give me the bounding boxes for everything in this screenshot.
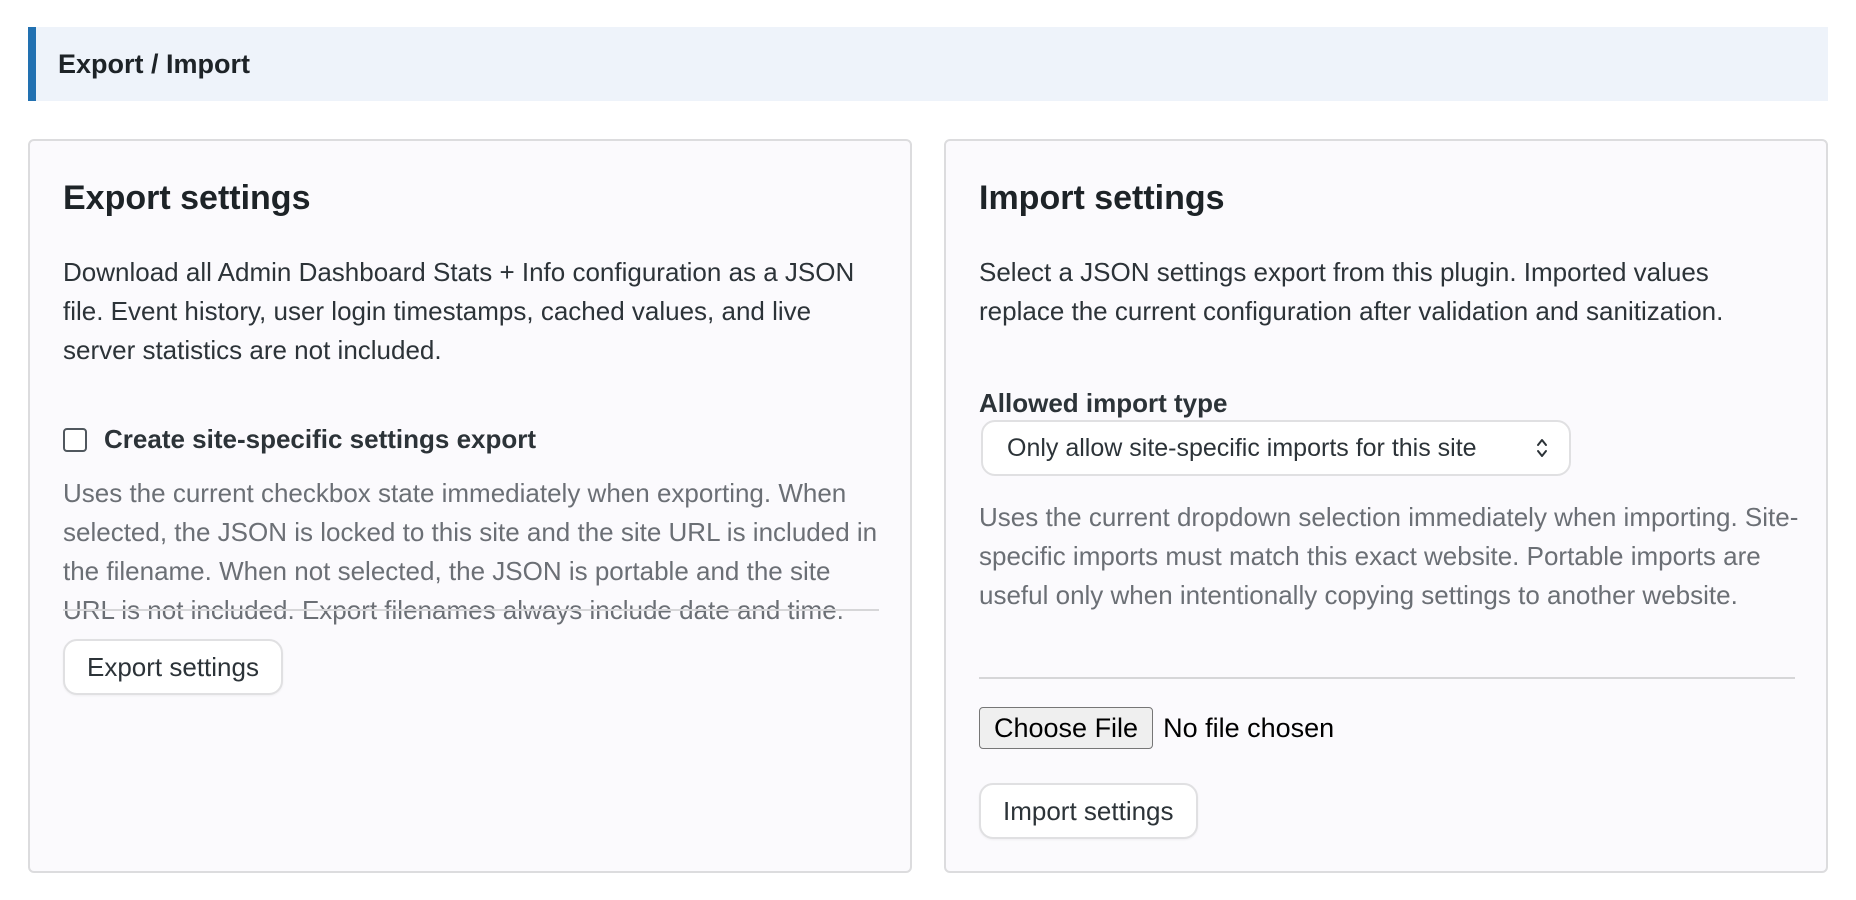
import-type-select[interactable]: Only allow site-specific imports for thi…	[981, 420, 1571, 476]
import-help-text: Uses the current dropdown selection imme…	[979, 502, 1799, 610]
choose-file-button[interactable]: Choose File	[979, 707, 1154, 749]
export-description: Download all Admin Dashboard Stats + Inf…	[63, 257, 855, 365]
site-specific-export-label[interactable]: Create site-specific settings export	[104, 424, 536, 455]
import-divider	[979, 677, 1795, 679]
import-settings-button[interactable]: Import settings	[979, 783, 1198, 839]
export-heading: Export settings	[63, 179, 311, 217]
import-type-label: Allowed import type	[979, 388, 1228, 418]
export-divider	[63, 609, 879, 611]
import-type-selected-value: Only allow site-specific imports for thi…	[1007, 433, 1477, 462]
section-header: Export / Import	[28, 27, 1828, 101]
select-updown-chevron-icon	[1537, 439, 1547, 457]
site-specific-export-checkbox[interactable]	[63, 427, 87, 452]
site-specific-export-option[interactable]: Create site-specific settings export	[63, 424, 536, 455]
export-card: Export settings Download all Admin Dashb…	[28, 139, 912, 873]
export-help-text: Uses the current checkbox state immediat…	[63, 478, 878, 625]
export-settings-button[interactable]: Export settings	[63, 639, 283, 695]
import-heading: Import settings	[979, 179, 1225, 217]
import-file-picker[interactable]: Choose File No file chosen	[979, 707, 1334, 749]
import-card: Import settings Select a JSON settings e…	[944, 139, 1828, 873]
section-title: Export / Import	[58, 48, 251, 79]
import-description: Select a JSON settings export from this …	[979, 257, 1724, 326]
file-status-text: No file chosen	[1163, 712, 1335, 743]
